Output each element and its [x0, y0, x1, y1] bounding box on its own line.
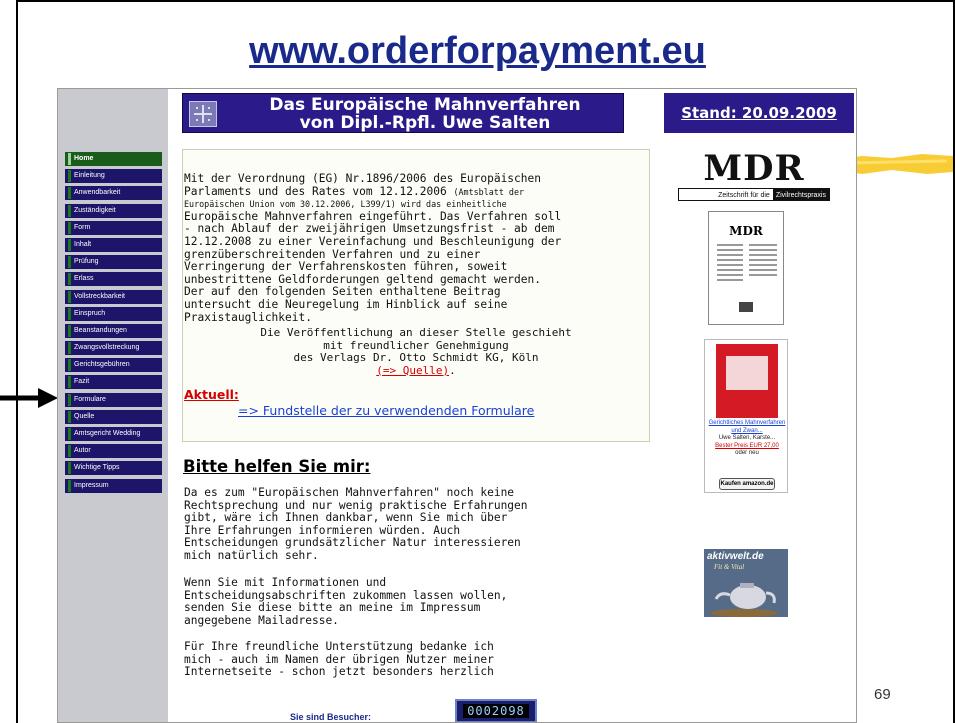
visitor-count: 0002098	[463, 704, 529, 718]
publication-note: Die Veröffentlichung an dieser Stelle ge…	[260, 326, 572, 377]
nav-item-inhalt[interactable]: Inhalt	[65, 237, 162, 252]
header-banner: Das Europäische Mahnverfahren von Dipl.-…	[182, 93, 624, 133]
nav-item-zwangsvollstreckung[interactable]: Zwangsvollstreckung	[65, 341, 162, 356]
aktivwelt-ad[interactable]: aktivwelt.de Fit & Vital	[704, 549, 788, 617]
help-paragraph-1: Da es zum "Europäischen Mahnverfahren" n…	[184, 486, 528, 562]
nav-item-quelle[interactable]: Quelle	[65, 409, 162, 424]
intro-line: Verringerung der Verfahrenskosten führen…	[184, 260, 508, 274]
nav-item-fazit[interactable]: Fazit	[65, 375, 162, 390]
nav-item-gerichtsgebühren[interactable]: Gerichtsgebühren	[65, 358, 162, 373]
intro-line: Parlaments und des Rates vom 12.12.2006 …	[184, 184, 525, 198]
nav-item-formulare[interactable]: Formulare	[65, 392, 162, 407]
aktuell-heading: Aktuell:	[184, 387, 239, 402]
pointer-arrow-icon	[0, 388, 58, 408]
book-cover-image	[716, 344, 778, 418]
nav-item-erlass[interactable]: Erlass	[65, 272, 162, 287]
visitor-label: Sie sind Besucher:	[290, 712, 372, 722]
source-link[interactable]: (=> Quelle)	[376, 364, 449, 377]
book-title-link[interactable]: Gerichtliches Mahnverfahren und Zwan...	[705, 420, 789, 435]
site-title-line2: von Dipl.-Rpfl. Uwe Salten	[299, 113, 551, 133]
buy-button[interactable]: Kaufen amazon.de	[719, 478, 775, 490]
visitor-counter: 0002098	[455, 699, 537, 722]
cover-text-icon	[717, 244, 777, 312]
intro-line: Praxistauglichkeit.	[184, 310, 312, 324]
nav-item-beanstandungen[interactable]: Beanstandungen	[65, 323, 162, 338]
site-title-line1: Das Europäische Mahnverfahren	[269, 95, 581, 115]
nav-item-amtsgericht-wedding[interactable]: Amtsgericht Wedding	[65, 427, 162, 441]
nav-item-prüfung[interactable]: Prüfung	[65, 255, 162, 270]
mdr-cover-image[interactable]: MDR	[708, 211, 784, 325]
intro-paragraph: Mit der Verordnung (EG) Nr.1896/2006 des…	[184, 172, 650, 324]
book-price-link[interactable]: Bester Preis EUR 27,00	[705, 443, 789, 451]
site-title: Das Europäische Mahnverfahren von Dipl.-…	[225, 96, 625, 132]
nav-item-vollstreckbarkeit[interactable]: Vollstreckbarkeit	[65, 289, 162, 304]
nav-item-anwendbarkeit[interactable]: Anwendbarkeit	[65, 186, 162, 201]
nav-item-impressum[interactable]: Impressum	[65, 478, 162, 493]
nav-item-wichtige-tipps[interactable]: Wichtige Tipps	[65, 461, 162, 476]
slide-title[interactable]: www.orderforpayment.eu	[0, 30, 955, 73]
nav-item-einleitung[interactable]: Einleitung	[65, 169, 162, 184]
nav-item-home[interactable]: Home	[65, 152, 162, 166]
help-paragraph-2: Wenn Sie mit Informationen und Entscheidu…	[184, 576, 508, 627]
intro-line: Europäischen Union vom 30.12.2006, L399/…	[184, 199, 507, 210]
nav-item-zuständigkeit[interactable]: Zuständigkeit	[65, 203, 162, 218]
left-nav: Home Einleitung Anwendbarkeit Zuständigkeit…	[58, 89, 168, 722]
mdr-logo[interactable]: MDR Zeitschrift für die Zivilrechtspraxi…	[678, 151, 830, 201]
logo-icon	[189, 101, 217, 127]
intro-line: untersucht die Neuregelung im Hinblick a…	[184, 297, 508, 311]
book-or-new: oder neu	[735, 450, 759, 456]
nav-item-form[interactable]: Form	[65, 220, 162, 235]
teapot-icon	[710, 583, 778, 617]
nav-item-autor[interactable]: Autor	[65, 444, 162, 459]
website-screenshot: Home Einleitung Anwendbarkeit Zuständigkeit…	[57, 88, 857, 723]
page-number: 69	[874, 686, 891, 703]
book-author: Uwe Salten, Karste...	[718, 435, 776, 441]
nav-item-einspruch[interactable]: Einspruch	[65, 306, 162, 321]
nav-list: Home Einleitung Anwendbarkeit Zuständigkeit…	[65, 152, 162, 496]
help-paragraph-3: Für Ihre freundliche Unterstützung bedan…	[184, 640, 494, 679]
book-ad[interactable]: Gerichtliches Mahnverfahren und Zwan... …	[704, 339, 788, 493]
intro-line: 12.12.2008 zu einer Vereinfachung und Be…	[184, 234, 562, 248]
help-heading: Bitte helfen Sie mir:	[183, 457, 371, 476]
forms-link[interactable]: => Fundstelle der zu verwendenden Formul…	[238, 403, 534, 418]
stand-date: Stand: 20.09.2009	[664, 93, 854, 133]
